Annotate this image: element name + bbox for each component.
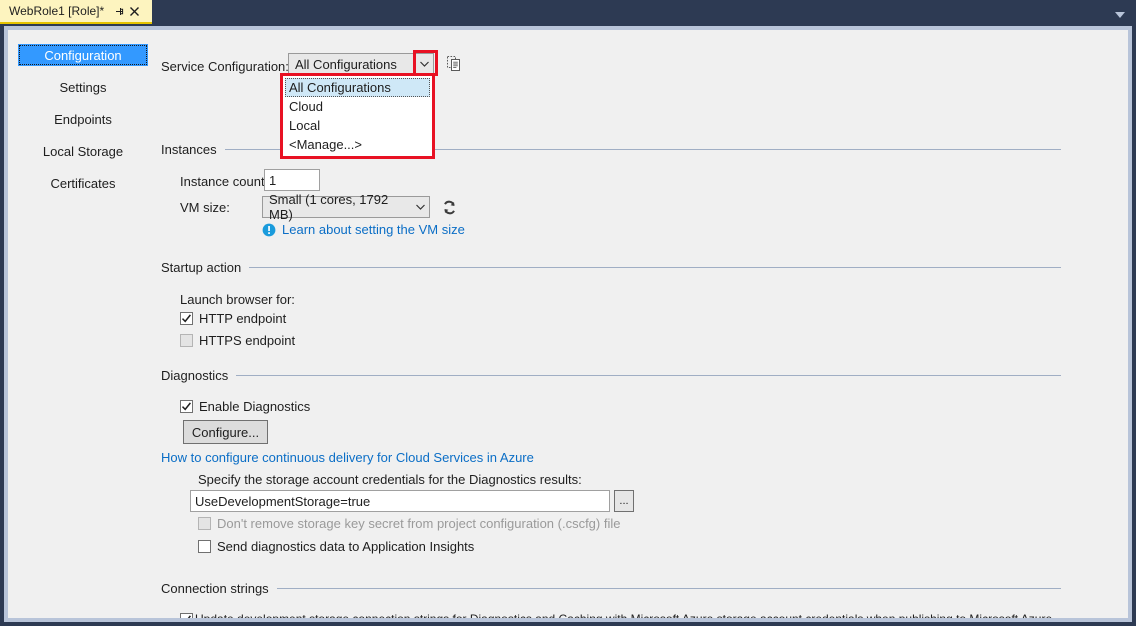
launch-browser-label: Launch browser for: bbox=[180, 292, 295, 307]
document-tab-strip: WebRole1 [Role]* bbox=[0, 0, 1136, 24]
sidebar-item-configuration[interactable]: Configuration bbox=[18, 44, 148, 66]
sidebar-item-label: Certificates bbox=[50, 176, 115, 191]
designer-frame: Configuration Settings Endpoints Local S… bbox=[4, 26, 1132, 622]
checkbox-box bbox=[180, 334, 193, 347]
checkbox-box bbox=[180, 613, 193, 619]
dropdown-option-label: All Configurations bbox=[289, 80, 391, 95]
pin-icon[interactable] bbox=[112, 4, 127, 19]
vm-size-label: VM size: bbox=[180, 200, 230, 215]
dropdown-option-cloud[interactable]: Cloud bbox=[285, 97, 430, 116]
service-configuration-dropdown-list[interactable]: All Configurations Cloud Local <Manage..… bbox=[280, 73, 435, 159]
group-divider bbox=[236, 375, 1061, 376]
sidebar-item-local-storage[interactable]: Local Storage bbox=[18, 140, 148, 162]
designer-sidebar: Configuration Settings Endpoints Local S… bbox=[8, 30, 158, 618]
document-tab-label: WebRole1 [Role]* bbox=[9, 4, 104, 18]
storage-browse-button[interactable]: ... bbox=[614, 490, 634, 512]
sidebar-item-label: Local Storage bbox=[43, 144, 123, 159]
document-tab-webrole1[interactable]: WebRole1 [Role]* bbox=[0, 0, 152, 24]
vm-size-help-link[interactable]: Learn about setting the VM size bbox=[282, 222, 465, 237]
info-icon bbox=[262, 223, 276, 237]
checkbox-box bbox=[180, 312, 193, 325]
configure-button[interactable]: Configure... bbox=[183, 420, 268, 444]
sidebar-item-settings[interactable]: Settings bbox=[18, 76, 148, 98]
storage-credentials-label: Specify the storage account credentials … bbox=[198, 472, 582, 487]
checkbox-label: Enable Diagnostics bbox=[199, 399, 310, 414]
checkbox-label: HTTPS endpoint bbox=[199, 333, 295, 348]
group-instances-title: Instances bbox=[161, 142, 225, 157]
chevron-down-icon[interactable] bbox=[415, 54, 433, 74]
checkbox-application-insights[interactable]: Send diagnostics data to Application Ins… bbox=[198, 539, 474, 554]
sidebar-item-label: Configuration bbox=[44, 48, 121, 63]
checkbox-keep-storage-key[interactable]: Don't remove storage key secret from pro… bbox=[198, 516, 620, 531]
storage-credentials-value: UseDevelopmentStorage=true bbox=[195, 494, 370, 509]
close-icon[interactable] bbox=[127, 4, 142, 19]
vm-size-value: Small (1 cores, 1792 MB) bbox=[263, 192, 411, 222]
refresh-icon[interactable] bbox=[439, 197, 459, 217]
checkbox-label: Send diagnostics data to Application Ins… bbox=[217, 539, 474, 554]
dropdown-option-label: Local bbox=[289, 118, 320, 133]
service-configuration-combobox[interactable]: All Configurations bbox=[288, 53, 434, 75]
sidebar-item-label: Endpoints bbox=[54, 112, 112, 127]
dropdown-option-local[interactable]: Local bbox=[285, 116, 430, 135]
tab-overflow-chevron-down-icon[interactable] bbox=[1114, 7, 1126, 17]
checkbox-box bbox=[198, 540, 211, 553]
visual-studio-role-designer: WebRole1 [Role]* Configurat bbox=[0, 0, 1136, 626]
checkbox-label: HTTP endpoint bbox=[199, 311, 286, 326]
service-configuration-value: All Configurations bbox=[289, 57, 415, 72]
configure-button-label: Configure... bbox=[192, 425, 259, 440]
group-connection-strings-title: Connection strings bbox=[161, 581, 277, 596]
sidebar-item-label: Settings bbox=[60, 80, 107, 95]
checkbox-box bbox=[198, 517, 211, 530]
storage-credentials-input[interactable]: UseDevelopmentStorage=true bbox=[190, 490, 610, 512]
group-diagnostics: Diagnostics bbox=[161, 368, 1061, 383]
group-divider bbox=[249, 267, 1061, 268]
group-startup-action-title: Startup action bbox=[161, 260, 249, 275]
dropdown-option-label: Cloud bbox=[289, 99, 323, 114]
checkbox-label: Don't remove storage key secret from pro… bbox=[217, 516, 620, 531]
dropdown-option-manage[interactable]: <Manage...> bbox=[285, 135, 430, 154]
group-startup-action: Startup action bbox=[161, 260, 1061, 275]
designer-content: Configuration Settings Endpoints Local S… bbox=[8, 30, 1128, 618]
checkbox-box bbox=[180, 400, 193, 413]
continuous-delivery-link[interactable]: How to configure continuous delivery for… bbox=[161, 450, 534, 465]
checkbox-label: Update development storage connection st… bbox=[195, 612, 1052, 618]
instance-count-value: 1 bbox=[269, 173, 276, 188]
checkbox-https-endpoint[interactable]: HTTPS endpoint bbox=[180, 333, 295, 348]
checkbox-enable-diagnostics[interactable]: Enable Diagnostics bbox=[180, 399, 310, 414]
checkbox-http-endpoint[interactable]: HTTP endpoint bbox=[180, 311, 286, 326]
group-diagnostics-title: Diagnostics bbox=[161, 368, 236, 383]
group-divider bbox=[277, 588, 1061, 589]
sidebar-item-certificates[interactable]: Certificates bbox=[18, 172, 148, 194]
copy-pages-icon[interactable] bbox=[444, 54, 464, 74]
chevron-down-icon[interactable] bbox=[411, 197, 429, 217]
instance-count-label: Instance count: bbox=[180, 174, 268, 189]
sidebar-item-endpoints[interactable]: Endpoints bbox=[18, 108, 148, 130]
storage-browse-label: ... bbox=[619, 497, 628, 505]
dropdown-option-all-configurations[interactable]: All Configurations bbox=[285, 78, 430, 97]
dropdown-option-label: <Manage...> bbox=[289, 137, 362, 152]
service-configuration-label: Service Configuration: bbox=[161, 59, 289, 74]
instance-count-input[interactable]: 1 bbox=[264, 169, 320, 191]
vm-size-combobox[interactable]: Small (1 cores, 1792 MB) bbox=[262, 196, 430, 218]
group-connection-strings: Connection strings bbox=[161, 581, 1061, 596]
checkbox-update-connection-strings[interactable]: Update development storage connection st… bbox=[180, 612, 1052, 618]
